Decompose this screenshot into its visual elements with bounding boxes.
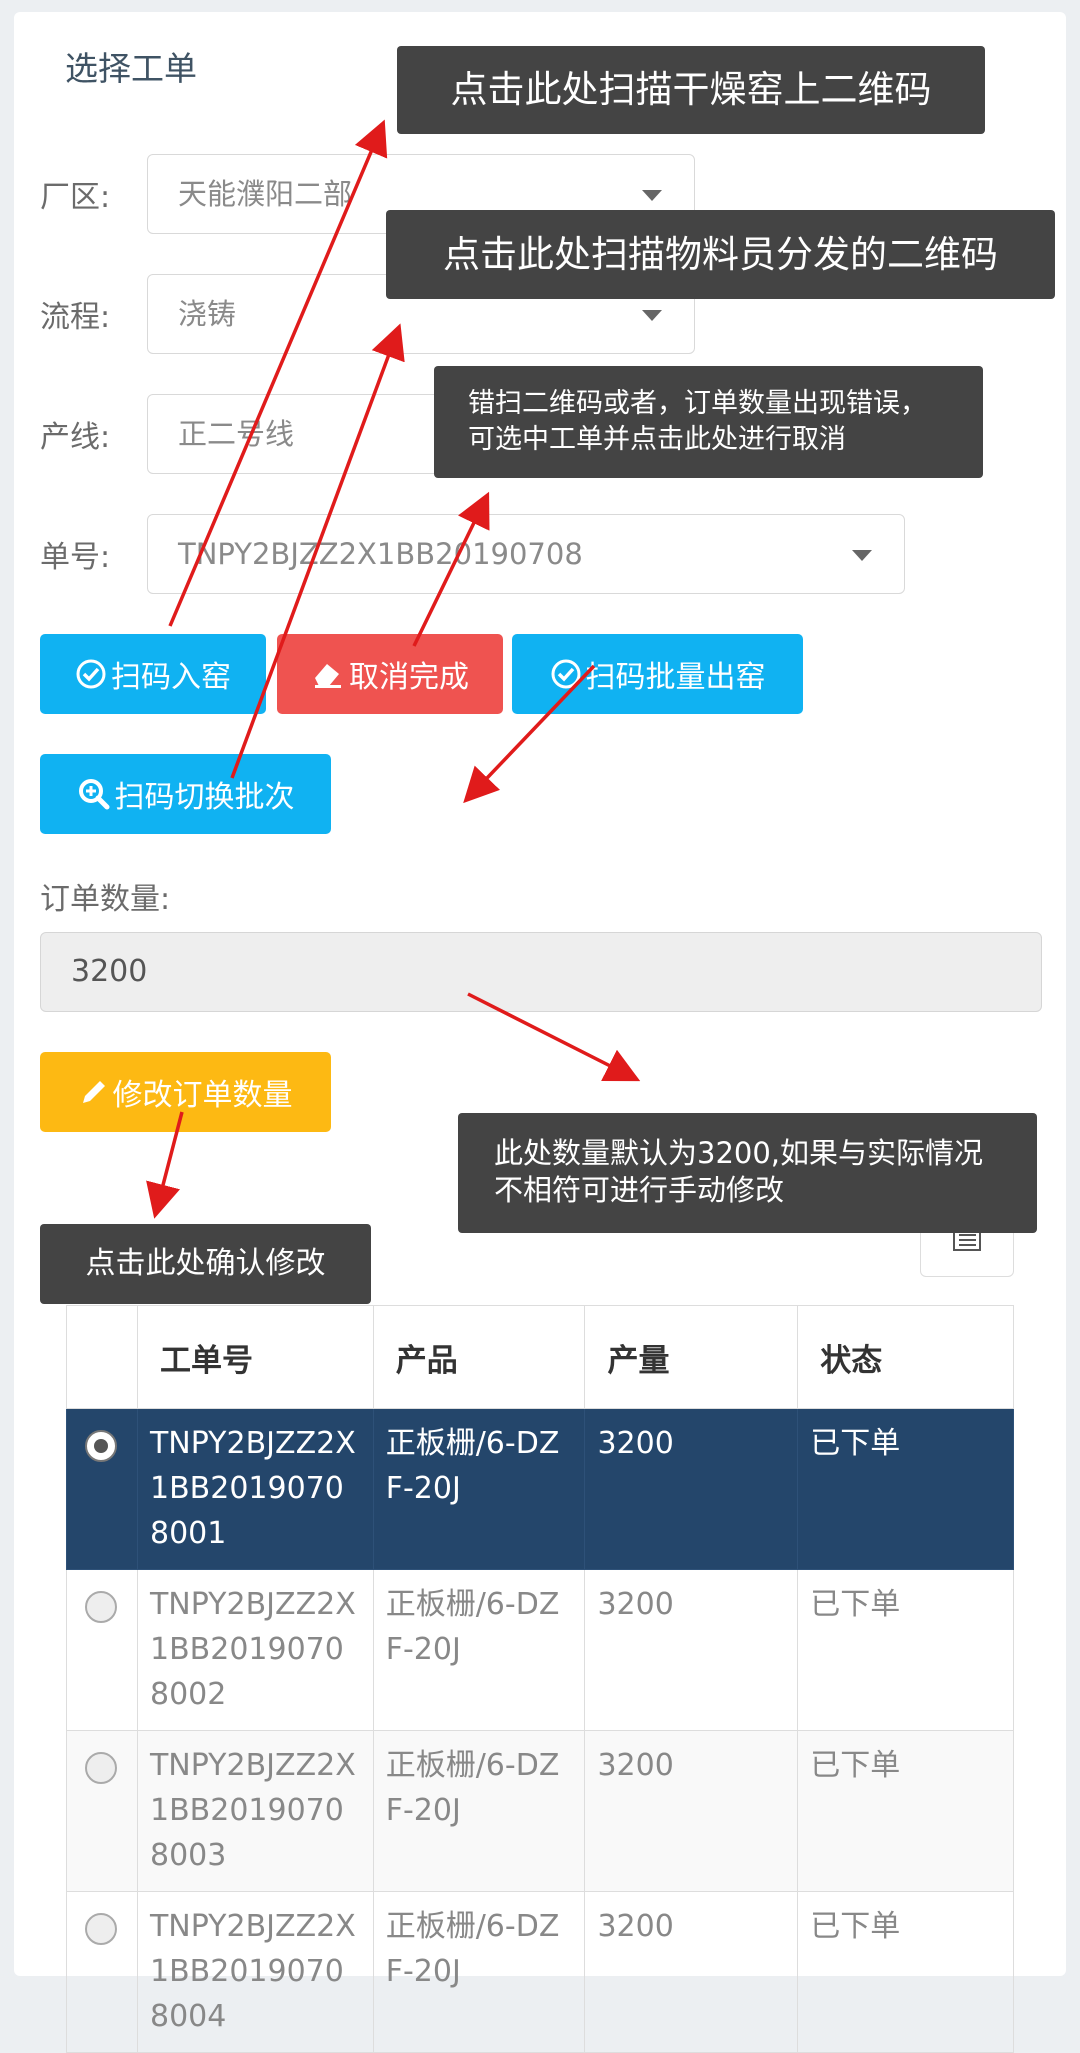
arrow-line xyxy=(412,491,490,647)
arrow-line xyxy=(467,992,641,1082)
annotation-arrows xyxy=(146,119,641,1219)
arrow-line xyxy=(168,119,388,627)
arrow-line xyxy=(146,1111,184,1219)
arrow-line xyxy=(463,664,596,804)
arrow-line xyxy=(230,323,405,779)
